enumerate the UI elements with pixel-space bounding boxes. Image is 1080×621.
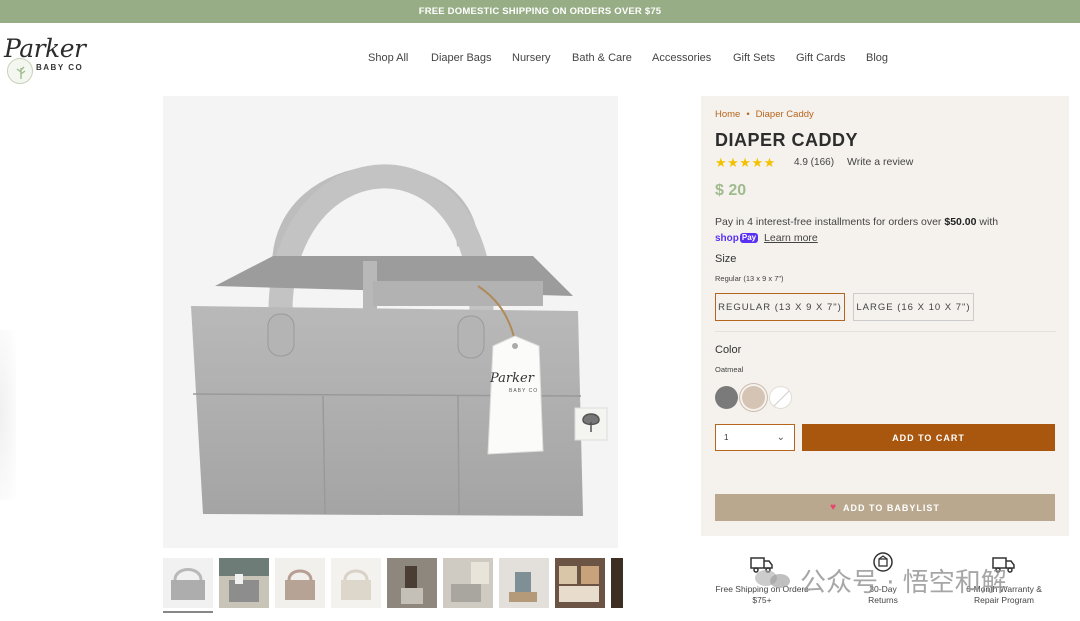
diaper-caddy-illustration bbox=[191, 164, 608, 516]
announcement-bar: FREE DOMESTIC SHIPPING ON ORDERS OVER $7… bbox=[0, 0, 1080, 23]
side-shadow bbox=[0, 330, 16, 500]
installments-amount: $50.00 bbox=[944, 216, 977, 228]
breadcrumb: Home • Diaper Caddy bbox=[715, 109, 814, 120]
main-product-image[interactable]: Parker BABY CO bbox=[163, 96, 618, 548]
hang-tag-logo: Parker bbox=[490, 371, 534, 386]
learn-more-link[interactable]: Learn more bbox=[764, 232, 818, 244]
rating-stars-icon[interactable]: ★★★★★ bbox=[715, 155, 776, 171]
nav-shop-all[interactable]: Shop All bbox=[368, 52, 408, 64]
feature-free-shipping-line2: $75+ bbox=[752, 595, 772, 605]
main-nav: Shop All Diaper Bags Nursery Bath & Care… bbox=[0, 52, 1080, 68]
breadcrumb-home[interactable]: Home bbox=[715, 109, 740, 120]
nav-gift-cards[interactable]: Gift Cards bbox=[796, 52, 846, 64]
add-to-cart-button[interactable]: ADD TO CART bbox=[802, 424, 1055, 451]
color-label: Color bbox=[715, 344, 742, 356]
swatch-oatmeal[interactable] bbox=[742, 386, 765, 409]
watermark-text: 公众号 · 悟空和解 bbox=[800, 568, 1007, 598]
nav-gift-sets[interactable]: Gift Sets bbox=[733, 52, 775, 64]
chevron-down-icon: ⌄ bbox=[776, 432, 785, 443]
shoppay-label: shop bbox=[715, 233, 739, 244]
product-price: $ 20 bbox=[715, 182, 747, 199]
size-label: Size bbox=[715, 253, 737, 265]
breadcrumb-current[interactable]: Diaper Caddy bbox=[756, 109, 814, 120]
thumbnail-8[interactable] bbox=[555, 558, 605, 608]
installments-text: Pay in 4 interest-free installments for … bbox=[715, 216, 945, 228]
size-selected-text: Regular (13 x 9 x 7") bbox=[715, 274, 784, 283]
thumbnail-6[interactable] bbox=[443, 558, 493, 608]
product-title: DIAPER CADDY bbox=[715, 130, 859, 150]
swatch-gray[interactable] bbox=[715, 386, 738, 409]
thumbnail-9[interactable] bbox=[611, 558, 623, 608]
nav-accessories[interactable]: Accessories bbox=[652, 52, 711, 64]
installments-info: Pay in 4 interest-free installments for … bbox=[715, 214, 1055, 247]
size-option-regular[interactable]: REGULAR (13 X 9 X 7") bbox=[715, 293, 845, 321]
thumbnail-4[interactable] bbox=[331, 558, 381, 608]
thumbnail-2[interactable] bbox=[219, 558, 269, 608]
quantity-select[interactable]: 1 ⌄ bbox=[715, 424, 795, 451]
breadcrumb-separator: • bbox=[746, 109, 750, 120]
size-option-large[interactable]: LARGE (16 X 10 X 7") bbox=[853, 293, 974, 321]
babylist-label: ADD TO BABYLIST bbox=[843, 502, 940, 513]
unavailable-slash-icon bbox=[773, 390, 790, 407]
installments-tail: with bbox=[976, 216, 999, 228]
nav-blog[interactable]: Blog bbox=[866, 52, 888, 64]
shoppay-badge: Pay bbox=[739, 233, 759, 243]
thumbnail-strip bbox=[163, 558, 623, 614]
thumbnail-7[interactable] bbox=[499, 558, 549, 608]
write-review-link[interactable]: Write a review bbox=[847, 156, 913, 168]
product-info-panel: Home • Diaper Caddy DIAPER CADDY ★★★★★ 4.9… bbox=[701, 96, 1069, 536]
thumbnail-5[interactable] bbox=[387, 558, 437, 608]
hang-tag-sub: BABY CO bbox=[509, 388, 539, 394]
thumbnail-1[interactable] bbox=[163, 558, 213, 613]
rating-value[interactable]: 4.9 (166) bbox=[794, 157, 834, 168]
thumbnail-3[interactable] bbox=[275, 558, 325, 608]
swatch-white[interactable] bbox=[769, 386, 792, 409]
color-selected-text: Oatmeal bbox=[715, 365, 744, 374]
divider bbox=[715, 331, 1056, 332]
nav-nursery[interactable]: Nursery bbox=[512, 52, 551, 64]
quantity-value: 1 bbox=[724, 433, 729, 442]
nav-diaper-bags[interactable]: Diaper Bags bbox=[431, 52, 492, 64]
wechat-watermark-icon bbox=[752, 568, 796, 590]
add-to-babylist-button[interactable]: ♥ ADD TO BABYLIST bbox=[715, 494, 1055, 521]
heart-icon: ♥ bbox=[830, 502, 838, 513]
shoppay-logo-icon: shop Pay bbox=[715, 231, 759, 247]
nav-bath-care[interactable]: Bath & Care bbox=[572, 52, 632, 64]
